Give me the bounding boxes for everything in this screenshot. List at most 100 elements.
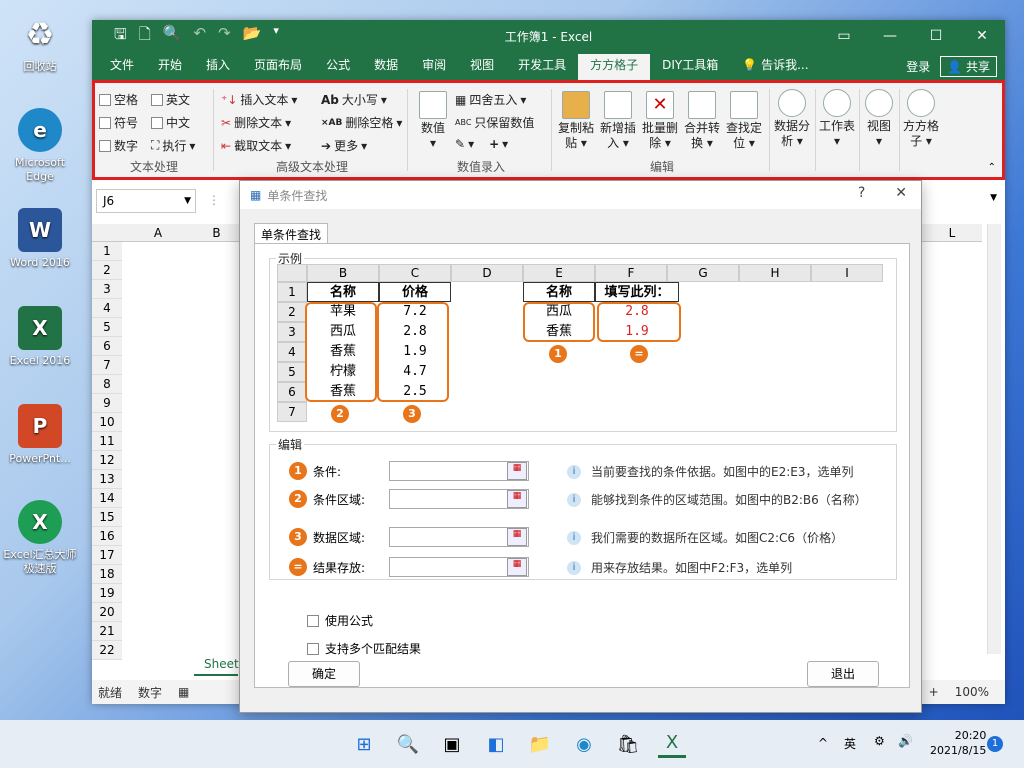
insert-text-button[interactable]: ⁺↓ 插入文本 ▾ <box>221 91 297 108</box>
row-header[interactable]: 15 <box>92 508 122 527</box>
row-header[interactable]: 16 <box>92 527 122 546</box>
task-view-icon[interactable]: ▣ <box>438 730 466 758</box>
insert-new-button[interactable]: 新增插入 ▾ <box>597 91 639 151</box>
desktop-icon-excel[interactable]: X Excel 2016 <box>2 306 78 368</box>
range-picker-icon[interactable]: ▦ <box>507 462 527 480</box>
row-header[interactable]: 11 <box>92 432 122 451</box>
row-header[interactable]: 18 <box>92 565 122 584</box>
undo-icon[interactable]: ↶ <box>194 24 207 49</box>
desktop-icon-powerpoint[interactable]: P PowerPnt... <box>2 404 78 466</box>
macro-record-icon[interactable]: ▦ <box>178 685 189 699</box>
row-header[interactable]: 2 <box>92 261 122 280</box>
collapse-ribbon-icon[interactable]: ⌃ <box>988 162 996 173</box>
edit-dropdown-button[interactable]: ✎ ▾ + ▾ <box>455 137 508 151</box>
row-header[interactable]: 19 <box>92 584 122 603</box>
column-header[interactable]: A <box>122 224 194 242</box>
new-file-icon[interactable]: 🗋 <box>139 24 151 49</box>
help-button[interactable]: ? <box>858 185 865 201</box>
row-header[interactable]: 14 <box>92 489 122 508</box>
multi-match-checkbox[interactable]: 支持多个匹配结果 <box>307 640 421 657</box>
column-header[interactable]: B <box>194 224 239 242</box>
range-picker-icon[interactable]: ▦ <box>507 558 527 576</box>
zoom-level[interactable]: 100% <box>955 685 989 699</box>
tab-developer[interactable]: 开发工具 <box>506 54 578 80</box>
share-button[interactable]: 👤 共享 <box>940 55 997 77</box>
login-link[interactable]: 登录 <box>906 58 930 75</box>
tab-page-layout[interactable]: 页面布局 <box>242 54 314 80</box>
row-header[interactable]: 20 <box>92 603 122 622</box>
language-indicator[interactable]: 英 <box>844 735 856 752</box>
row-header[interactable]: 4 <box>92 299 122 318</box>
exit-button[interactable]: 退出 <box>807 661 879 687</box>
qat-dropdown-icon[interactable]: ▾ <box>273 24 279 49</box>
zoom-in-icon[interactable]: + <box>929 685 939 699</box>
tab-home[interactable]: 开始 <box>146 54 194 80</box>
start-icon[interactable]: ⊞ <box>350 730 378 758</box>
save-icon[interactable]: 🖫 <box>114 24 127 49</box>
desktop-icon-word[interactable]: W Word 2016 <box>2 208 78 270</box>
desktop-icon-recycle-bin[interactable]: ♻ 回收站 <box>2 12 78 74</box>
checkbox-english[interactable]: 英文 <box>151 91 190 108</box>
row-header[interactable]: 22 <box>92 641 122 660</box>
tab-fangfanggezi[interactable]: 方方格子 <box>578 54 651 80</box>
chevron-up-icon[interactable]: ^ <box>818 736 828 750</box>
open-icon[interactable]: 📂 <box>243 24 262 49</box>
view-button[interactable]: 视图 ▾ <box>861 89 897 149</box>
column-header[interactable]: L <box>922 224 982 242</box>
dialog-close-button[interactable]: ✕ <box>895 185 907 201</box>
row-header[interactable]: 7 <box>92 356 122 375</box>
row-header[interactable]: 3 <box>92 280 122 299</box>
data-analysis-button[interactable]: 数据分析 ▾ <box>771 89 813 149</box>
redo-icon[interactable]: ↷ <box>218 24 231 49</box>
row-header[interactable]: 6 <box>92 337 122 356</box>
expand-formula-icon[interactable]: ▼ <box>990 193 997 203</box>
print-preview-icon[interactable]: 🔍 <box>163 24 182 49</box>
checkbox-chinese[interactable]: 中文 <box>151 114 190 131</box>
desktop-icon-excel-master[interactable]: X Excel汇总大师 极速版 <box>2 500 78 576</box>
tab-data[interactable]: 数据 <box>362 54 410 80</box>
row-header[interactable]: 17 <box>92 546 122 565</box>
range-picker-icon[interactable]: ▦ <box>507 528 527 546</box>
checkbox-number[interactable]: 数字 <box>99 137 138 154</box>
extract-text-button[interactable]: ⇤ 截取文本 ▾ <box>221 137 291 154</box>
more-button[interactable]: ➔ 更多 ▾ <box>321 137 367 154</box>
maximize-button[interactable]: ☐ <box>913 20 959 52</box>
ribbon-display-icon[interactable]: ▭ <box>821 20 867 52</box>
remove-space-button[interactable]: ×AB 删除空格 ▾ <box>321 114 402 131</box>
worksheet-button[interactable]: 工作表 ▾ <box>817 89 857 149</box>
widgets-icon[interactable]: ◧ <box>482 730 510 758</box>
desktop-icon-edge[interactable]: e Microsoft Edge <box>2 108 78 184</box>
row-header[interactable]: 1 <box>92 242 122 261</box>
sheet-tab[interactable]: Sheet <box>194 654 239 676</box>
row-header[interactable]: 12 <box>92 451 122 470</box>
notification-settings-icon[interactable]: ⚙ <box>874 734 885 748</box>
range-picker-icon[interactable]: ▦ <box>507 490 527 508</box>
edge-taskbar-icon[interactable]: ◉ <box>570 730 598 758</box>
row-header[interactable]: 10 <box>92 413 122 432</box>
copy-paste-button[interactable]: 复制粘贴 ▾ <box>555 91 597 151</box>
tab-view[interactable]: 视图 <box>458 54 506 80</box>
file-explorer-icon[interactable]: 📁 <box>526 730 554 758</box>
number-button[interactable]: 数值 ▾ <box>415 91 451 151</box>
row-header[interactable]: 21 <box>92 622 122 641</box>
tab-formulas[interactable]: 公式 <box>314 54 362 80</box>
tab-file[interactable]: 文件 <box>98 54 146 80</box>
delete-text-button[interactable]: ✂ 删除文本 ▾ <box>221 114 291 131</box>
use-formula-checkbox[interactable]: 使用公式 <box>307 612 373 629</box>
case-button[interactable]: Ab 大小写 ▾ <box>321 91 387 108</box>
row-header[interactable]: 9 <box>92 394 122 413</box>
row-header[interactable]: 8 <box>92 375 122 394</box>
notification-badge[interactable]: 1 <box>987 736 1003 752</box>
vertical-scrollbar[interactable] <box>987 224 1001 654</box>
clock[interactable]: 20:20 2021/8/15 <box>930 728 986 758</box>
find-locate-button[interactable]: 查找定位 ▾ <box>723 91 765 151</box>
tab-diy-toolbox[interactable]: DIY工具箱 <box>650 54 730 80</box>
close-button[interactable]: ✕ <box>959 20 1005 52</box>
select-all-corner[interactable] <box>92 224 122 242</box>
dialog-tab[interactable]: 单条件查找 <box>254 223 329 243</box>
batch-delete-button[interactable]: ✕ 批量删除 ▾ <box>639 91 681 151</box>
row-header[interactable]: 5 <box>92 318 122 337</box>
volume-icon[interactable]: 🔊 <box>898 734 913 748</box>
name-box[interactable]: J6 ▼ <box>96 189 196 213</box>
tell-me-search[interactable]: 💡 告诉我... <box>730 54 820 80</box>
